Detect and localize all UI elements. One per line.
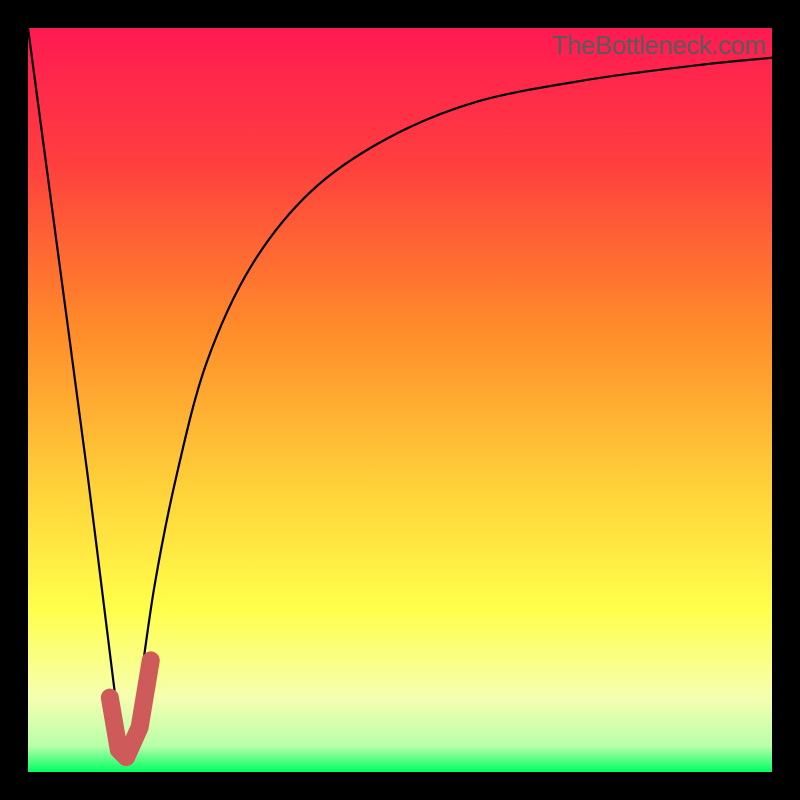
chart-frame: TheBottleneck.com xyxy=(0,0,800,800)
curves-layer xyxy=(28,28,772,772)
recommended-region-marker xyxy=(110,660,151,757)
bottleneck-curve xyxy=(28,28,772,758)
plot-area: TheBottleneck.com xyxy=(28,28,772,772)
